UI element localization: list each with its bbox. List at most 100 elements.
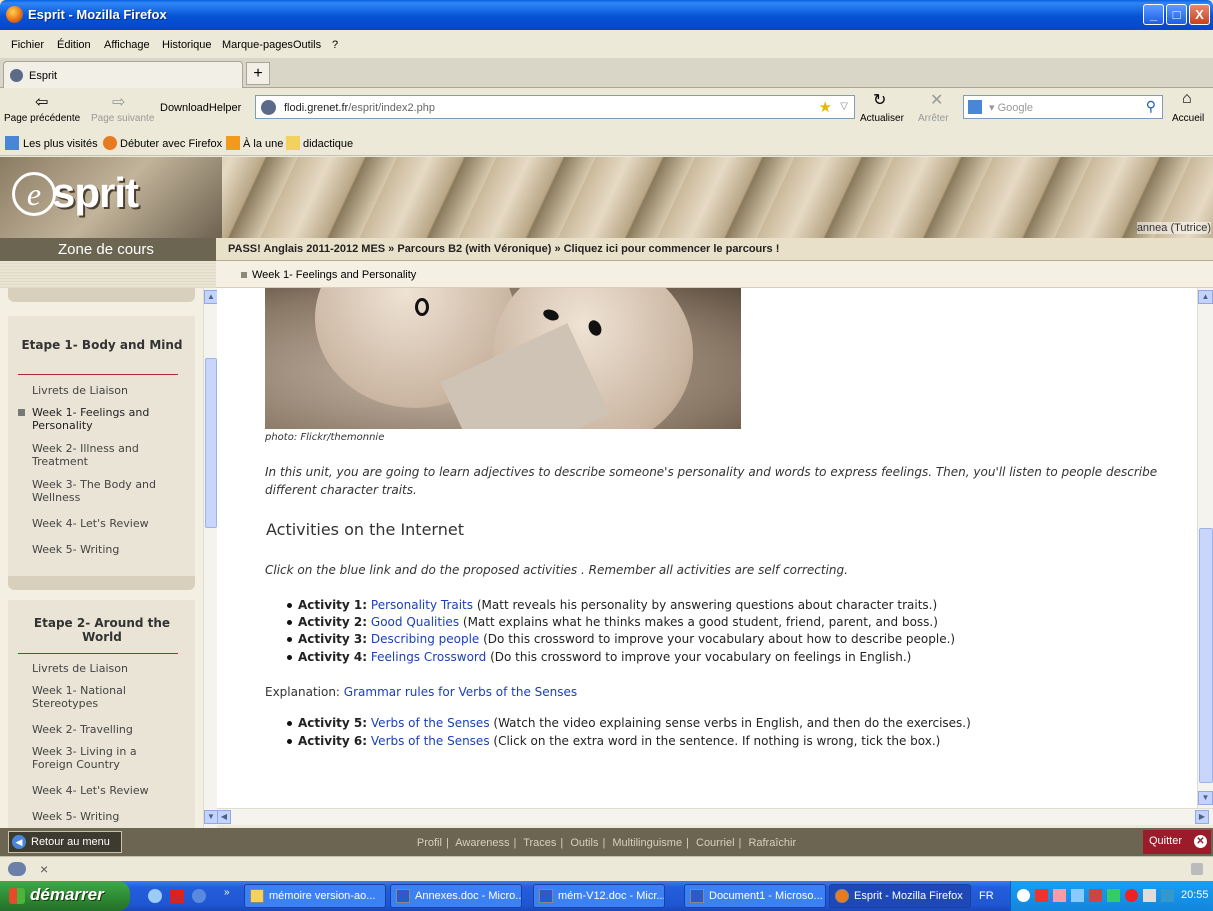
stage1-week5[interactable]: Week 5- Writing <box>32 543 172 556</box>
tray-app-icon[interactable] <box>1053 889 1066 902</box>
menu-traces[interactable]: Traces <box>523 837 556 849</box>
activity-1-link[interactable]: Personality Traits <box>371 598 473 612</box>
scroll-down-icon[interactable]: ▼ <box>204 810 218 824</box>
menu-awareness[interactable]: Awareness <box>455 837 509 849</box>
stage1-livrets[interactable]: Livrets de Liaison <box>32 384 172 397</box>
search-input[interactable]: ▾ Google ⚲ <box>963 95 1163 119</box>
tab-label: Esprit <box>29 70 58 82</box>
start-button[interactable]: démarrer <box>0 881 130 911</box>
stage2-week5[interactable]: Week 5- Writing <box>32 810 172 823</box>
activity-6-link[interactable]: Verbs of the Senses <box>371 734 490 748</box>
language-indicator[interactable]: FR <box>979 890 994 902</box>
stage1-week1[interactable]: Week 1- Feelings and Personality <box>32 406 172 432</box>
resize-grip-icon[interactable] <box>1191 863 1203 875</box>
stage2-week3[interactable]: Week 3- Living in a Foreign Country <box>32 745 172 771</box>
tray-app-icon[interactable] <box>1089 889 1102 902</box>
forward-arrow-icon[interactable]: ⇨ <box>112 92 125 112</box>
search-icon[interactable]: ⚲ <box>1146 98 1156 115</box>
minimize-button[interactable]: _ <box>1143 4 1164 25</box>
menu-affichage[interactable]: Affichage <box>104 39 150 51</box>
tray-network-icon[interactable] <box>1071 889 1084 902</box>
menu-multilinguisme[interactable]: Multilinguisme <box>612 837 682 849</box>
taskbar-item-firefox[interactable]: Esprit - Mozilla Firefox <box>829 884 971 908</box>
stage2-week1[interactable]: Week 1- National Stereotypes <box>32 684 172 710</box>
tray-app-icon[interactable] <box>1107 889 1120 902</box>
new-tab-button[interactable]: + <box>246 62 270 85</box>
menu-profil[interactable]: Profil <box>417 837 442 849</box>
activity-5-link[interactable]: Verbs of the Senses <box>371 716 490 730</box>
quicklaunch-ie-icon[interactable] <box>148 889 162 903</box>
reload-button[interactable]: Actualiser <box>860 113 904 124</box>
stop-icon[interactable]: ✕ <box>930 90 943 110</box>
home-icon[interactable]: ⌂ <box>1182 90 1192 108</box>
close-window-button[interactable]: X <box>1189 4 1210 25</box>
content-scrollbar[interactable]: ▲ ▼ <box>1197 288 1213 808</box>
menu-historique[interactable]: Historique <box>162 39 212 51</box>
bookmark-most-visited[interactable]: Les plus visités <box>23 138 98 150</box>
quicklaunch-expand-icon[interactable]: » <box>224 887 230 898</box>
content-scroll-thumb[interactable] <box>1199 528 1213 783</box>
back-button[interactable]: Page précédente <box>4 113 80 124</box>
menu-courriel[interactable]: Courriel <box>696 837 735 849</box>
stage1-week4[interactable]: Week 4- Let's Review <box>32 517 172 530</box>
tray-app-icon[interactable] <box>1143 889 1156 902</box>
maximize-button[interactable]: □ <box>1166 4 1187 25</box>
taskbar-item-mem-v12[interactable]: mém-V12.doc - Micr... <box>533 884 665 908</box>
stop-button[interactable]: Arrêter <box>918 113 949 124</box>
scroll-down-icon[interactable]: ▼ <box>1198 791 1213 805</box>
taskbar-item-memoire[interactable]: mémoire version-ao... <box>244 884 386 908</box>
reload-icon[interactable]: ↻ <box>873 90 886 110</box>
breadcrumb-text[interactable]: PASS! Anglais 2011-2012 MES » Parcours B… <box>228 243 779 255</box>
scroll-up-icon[interactable]: ▲ <box>204 290 218 304</box>
tray-monitor-icon[interactable] <box>1161 889 1174 902</box>
tray-app-icon[interactable] <box>1035 889 1048 902</box>
stage2-livrets[interactable]: Livrets de Liaison <box>32 662 172 675</box>
menu-help[interactable]: ? <box>332 39 338 51</box>
stage2-week2[interactable]: Week 2- Travelling <box>32 723 172 736</box>
taskbar-item-document1[interactable]: Document1 - Microso... <box>684 884 826 908</box>
activity-2-link[interactable]: Good Qualities <box>371 615 459 629</box>
explanation-link[interactable]: Grammar rules for Verbs of the Senses <box>344 685 577 699</box>
home-button[interactable]: Accueil <box>1172 113 1204 124</box>
activity-4-link[interactable]: Feelings Crossword <box>371 650 486 664</box>
downloadhelper-button[interactable]: DownloadHelper <box>160 102 241 114</box>
stage2-week4[interactable]: Week 4- Let's Review <box>32 784 172 797</box>
back-to-menu-button[interactable]: ◀ Retour au menu <box>8 831 122 853</box>
taskbar-item-annexes[interactable]: Annexes.doc - Micro... <box>390 884 522 908</box>
quit-button[interactable]: Quitter ✕ <box>1143 830 1211 854</box>
menu-outils[interactable]: Outils <box>293 39 321 51</box>
activity-4: Activity 4: Feelings Crossword (Do this … <box>287 650 911 664</box>
menu-fichier[interactable]: Fichier <box>11 39 44 51</box>
bookmark-headlines[interactable]: À la une <box>243 138 283 150</box>
forward-button[interactable]: Page suivante <box>91 113 154 124</box>
bookmark-star-icon[interactable]: ★ <box>819 98 832 116</box>
tab-esprit[interactable]: Esprit <box>3 61 243 88</box>
menu-outils-course[interactable]: Outils <box>570 837 598 849</box>
stage1-week3[interactable]: Week 3- The Body and Wellness <box>32 478 172 504</box>
menu-rafraichir[interactable]: Rafraîchir <box>748 837 796 849</box>
tray-expand-icon[interactable] <box>1017 889 1030 902</box>
clock[interactable]: 20:55 <box>1181 889 1209 901</box>
scroll-right-icon[interactable]: ▶ <box>1195 810 1209 824</box>
tray-antivirus-icon[interactable] <box>1125 889 1138 902</box>
scroll-up-icon[interactable]: ▲ <box>1198 290 1213 304</box>
menu-marque-pages[interactable]: Marque-pages <box>222 39 293 51</box>
activity-3-link[interactable]: Describing people <box>371 632 479 646</box>
search-engine-icon[interactable] <box>968 100 982 114</box>
sidebar-scroll-thumb[interactable] <box>205 358 217 528</box>
addon-icon[interactable] <box>8 862 26 876</box>
quicklaunch-acrobat-icon[interactable] <box>170 889 184 903</box>
close-addon-bar-button[interactable]: × <box>40 861 48 877</box>
stage1-week2[interactable]: Week 2- Illness and Treatment <box>32 442 172 468</box>
bookmark-didactique[interactable]: didactique <box>303 138 353 150</box>
menu-edition[interactable]: Édition <box>57 39 91 51</box>
sidebar-scrollbar[interactable]: ▲ ▼ <box>203 288 218 828</box>
history-dropdown-icon[interactable]: ▽ <box>840 101 848 112</box>
scroll-left-icon[interactable]: ◀ <box>217 810 231 824</box>
bookmark-getting-started[interactable]: Débuter avec Firefox <box>120 138 222 150</box>
quicklaunch-browser-icon[interactable] <box>192 889 206 903</box>
back-arrow-icon[interactable]: ⇦ <box>35 92 48 112</box>
esprit-logo[interactable]: e sprit <box>0 157 222 238</box>
address-bar[interactable]: flodi.grenet.fr/esprit/index2.php ★ ▽ <box>255 95 855 119</box>
horizontal-scrollbar[interactable]: ◀ ▶ <box>217 808 1213 825</box>
